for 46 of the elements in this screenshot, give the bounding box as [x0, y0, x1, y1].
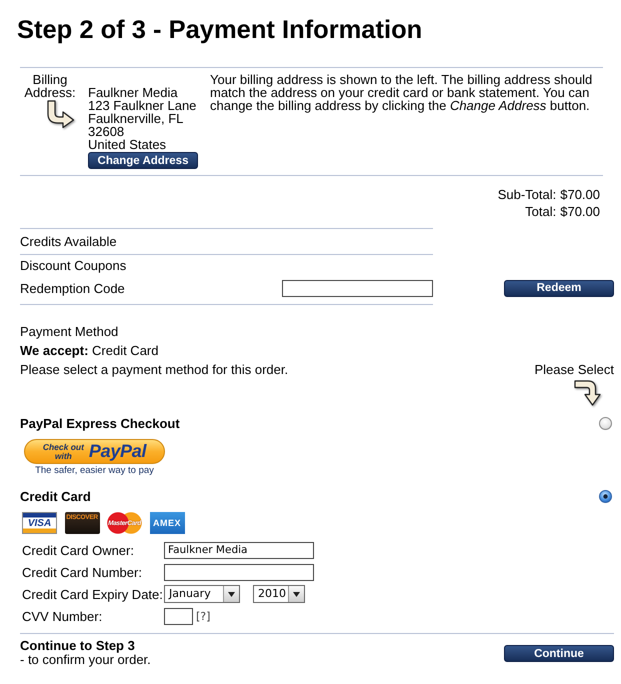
- change-address-button[interactable]: Change Address: [88, 152, 198, 169]
- method-title: Credit Card: [20, 488, 91, 506]
- credits-label: Credits Available: [20, 234, 117, 249]
- redeem-button[interactable]: Redeem: [504, 280, 614, 296]
- address-line: 32608: [88, 125, 124, 138]
- form-label: CVV Number:: [22, 608, 104, 624]
- form-label: Credit Card Owner:: [22, 542, 135, 558]
- form-label: Credit Card Number:: [22, 564, 143, 580]
- accepted-methods-text: We accept: Credit Card: [20, 343, 158, 358]
- payment-instruction: Please select a payment method for this order.: [20, 361, 288, 379]
- address-line: 123 Faulkner Lane: [88, 99, 196, 112]
- coupons-heading: Discount Coupons: [20, 258, 126, 273]
- caret-icon: [293, 592, 300, 596]
- address-line: United States: [88, 138, 166, 151]
- caret-icon: [228, 592, 235, 596]
- card-logo: VISA: [22, 512, 57, 534]
- continue-subtext: - to confirm your order.: [20, 653, 151, 667]
- radio-button[interactable]: [599, 417, 612, 430]
- cvv-field[interactable]: [164, 608, 193, 624]
- radio-button[interactable]: [599, 490, 612, 503]
- curved-arrow-icon: [574, 379, 601, 406]
- card-logo: AMEX: [150, 512, 184, 534]
- billing-note: Your billing address is shown to the left. The billing address should match the address on your credit card or bank statement. You can change the billing address by clicking the Change Address button.: [210, 73, 594, 115]
- address-line: Faulkner Media: [88, 86, 178, 99]
- total-value: $70.00: [560, 186, 600, 203]
- please-select-hint: Please Select: [534, 361, 614, 379]
- year-select[interactable]: 2010: [253, 585, 305, 603]
- total-label: Total:: [525, 203, 556, 220]
- total-value: $70.00: [560, 203, 600, 220]
- page-title: Step 2 of 3 - Payment Information: [17, 15, 422, 46]
- input-field[interactable]: [164, 564, 314, 580]
- total-label: Sub-Total:: [498, 186, 556, 203]
- continue-heading: Continue to Step 3: [20, 639, 135, 653]
- curved-arrow-icon: [45, 100, 75, 128]
- redemption-code-field[interactable]: [282, 280, 433, 296]
- method-title: PayPal Express Checkout: [20, 415, 180, 433]
- input-field[interactable]: Faulkner Media: [164, 542, 314, 558]
- billing-label: Billing Address:: [23, 73, 77, 99]
- address-line: Faulknerville, FL: [88, 112, 184, 125]
- paypal-tagline: The safer, easier way to pay: [34, 464, 155, 477]
- month-select[interactable]: January: [164, 585, 240, 603]
- help-link[interactable]: [?]: [196, 610, 210, 622]
- continue-button[interactable]: Continue: [504, 645, 614, 662]
- redemption-label: Redemption Code: [20, 280, 125, 296]
- form-label: Credit Card Expiry Date:: [22, 586, 164, 602]
- payment-heading: Payment Method: [20, 324, 118, 339]
